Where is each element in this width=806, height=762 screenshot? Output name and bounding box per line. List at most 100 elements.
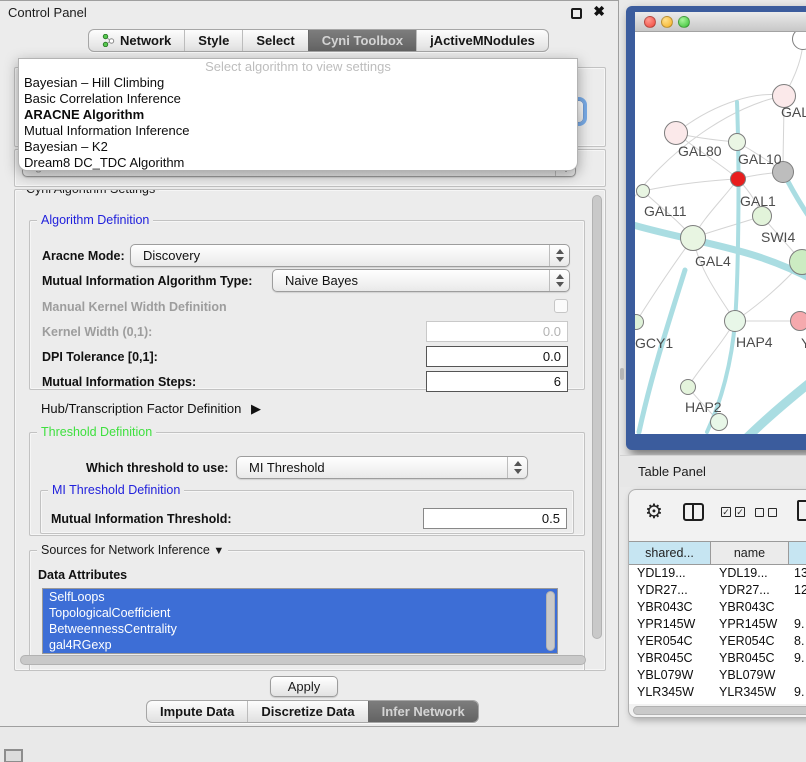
table-cell: 9. — [789, 616, 806, 633]
tab-discretize-data[interactable]: Discretize Data — [247, 701, 367, 722]
mi-steps-label: Mutual Information Steps: — [42, 375, 196, 389]
node-label: GAL1 — [740, 193, 776, 209]
network-icon — [102, 34, 115, 47]
table-row[interactable]: YDL19...YDL19...13 — [629, 565, 806, 582]
network-node[interactable] — [680, 379, 696, 395]
data-attributes-list[interactable]: SelfLoopsTopologicalCoefficientBetweenne… — [42, 588, 558, 654]
dropdown-item[interactable]: Basic Correlation Inference — [19, 91, 577, 107]
network-node[interactable] — [730, 171, 746, 187]
node-label: GAL80 — [678, 143, 722, 159]
network-view-window[interactable]: GALGAL80GAL10GAL1GAL11SWI4GAL4GCY1HAP4YH… — [626, 6, 806, 450]
dropdown-item[interactable]: Bayesian – K2 — [19, 139, 577, 155]
table-panel-header: Table Panel — [620, 455, 806, 487]
tab-select[interactable]: Select — [242, 30, 307, 51]
attribute-item[interactable]: gal4RGexp — [43, 637, 557, 653]
tab-network[interactable]: Network — [89, 30, 184, 51]
network-window-titlebar[interactable] — [635, 12, 806, 32]
attribute-item[interactable]: SelfLoops — [43, 589, 557, 605]
table-row[interactable]: YBR045CYBR045C9. — [629, 650, 806, 667]
columns-icon[interactable] — [683, 503, 704, 521]
tab-style[interactable]: Style — [184, 30, 242, 51]
close-icon[interactable]: ✖ — [593, 3, 605, 20]
settings-vertical-scrollbar[interactable] — [592, 195, 602, 639]
mac-zoom-button[interactable] — [678, 16, 690, 28]
kernel-width-input[interactable]: 0.0 — [426, 321, 568, 342]
mi-type-combobox[interactable]: Naive Bayes — [272, 269, 570, 292]
table-cell: 12 — [789, 582, 806, 599]
settings-group-title: Cyni Algorithm Settings — [22, 189, 159, 196]
table-cell: YPR145W — [629, 616, 711, 633]
control-panel-window: Control Panel ✖ NetworkStyleSelectCyni T… — [0, 0, 619, 727]
dropdown-item[interactable]: Bayesian – Hill Climbing — [19, 75, 577, 91]
attribute-item[interactable]: BetweennessCentrality — [43, 621, 557, 637]
mi-threshold-label: Mutual Information Threshold: — [51, 512, 232, 526]
algorithm-definition-group: Algorithm Definition Aracne Mode: Discov… — [29, 220, 585, 390]
aracne-mode-combobox[interactable]: Discovery — [130, 244, 570, 267]
network-node[interactable] — [790, 311, 806, 331]
which-threshold-combobox[interactable]: MI Threshold — [236, 456, 528, 479]
tab-impute-data[interactable]: Impute Data — [147, 701, 247, 722]
mac-minimize-button[interactable] — [661, 16, 673, 28]
list-scrollbar[interactable] — [546, 591, 555, 651]
dropdown-item[interactable]: Dream8 DC_TDC Algorithm — [19, 155, 577, 171]
data-attributes-label: Data Attributes — [38, 568, 127, 582]
table-row[interactable]: YIL052CYIL052C9. — [629, 701, 806, 704]
network-node[interactable] — [680, 225, 706, 251]
network-node[interactable] — [710, 413, 728, 431]
network-node[interactable] — [636, 184, 650, 198]
settings-horizontal-scrollbar[interactable] — [20, 655, 586, 665]
tab-cyni-toolbox[interactable]: Cyni Toolbox — [308, 30, 416, 51]
network-canvas[interactable]: GALGAL80GAL10GAL1GAL11SWI4GAL4GCY1HAP4YH… — [635, 32, 806, 434]
table-cell — [789, 599, 806, 616]
manual-kernel-checkbox[interactable] — [554, 299, 568, 313]
dropdown-item[interactable]: ARACNE Algorithm — [19, 107, 577, 123]
mi-threshold-group-title: MI Threshold Definition — [48, 483, 184, 497]
column-header[interactable]: shared... — [629, 542, 711, 564]
mi-threshold-input[interactable]: 0.5 — [423, 508, 567, 529]
table-cell: YER054C — [629, 633, 711, 650]
deselect-all-checks-icon[interactable] — [755, 508, 777, 517]
network-node[interactable] — [724, 310, 746, 332]
which-threshold-label: Which threshold to use: — [86, 461, 228, 475]
hub-definition-toggle[interactable]: Hub/Transcription Factor Definition ▶ — [41, 401, 261, 417]
sources-group-title[interactable]: Sources for Network Inference ▼ — [37, 543, 228, 557]
export-table-icon[interactable] — [797, 500, 806, 521]
table-row[interactable]: YPR145WYPR145W9. — [629, 616, 806, 633]
node-label: HAP2 — [685, 399, 722, 415]
table-horizontal-scrollbar[interactable] — [633, 706, 806, 715]
hide-panel-icon[interactable] — [4, 749, 23, 762]
node-label: GCY1 — [635, 335, 673, 351]
table-row[interactable]: YLR345WYLR345W9. — [629, 684, 806, 701]
apply-button[interactable]: Apply — [270, 676, 338, 697]
tab-infer-network[interactable]: Infer Network — [368, 701, 478, 722]
mac-close-button[interactable] — [644, 16, 656, 28]
network-node[interactable] — [664, 121, 688, 145]
control-panel-title: Control Panel — [8, 5, 87, 20]
control-panel-tabbar: NetworkStyleSelectCyni ToolboxjActiveMNo… — [88, 29, 549, 52]
table-row[interactable]: YBR043CYBR043C — [629, 599, 806, 616]
column-header[interactable]: A — [789, 542, 806, 564]
node-label: GAL4 — [695, 253, 731, 269]
table-row[interactable]: YBL079WYBL079W — [629, 667, 806, 684]
float-window-icon[interactable] — [571, 8, 582, 19]
network-node[interactable] — [728, 133, 746, 151]
splitter-handle[interactable] — [620, 368, 624, 380]
gear-icon[interactable]: ⚙ — [645, 499, 663, 524]
kernel-width-label: Kernel Width (0,1): — [42, 325, 152, 339]
table-row[interactable]: YER054CYER054C8. — [629, 633, 806, 650]
attribute-item[interactable]: TopologicalCoefficient — [43, 605, 557, 621]
table-row[interactable]: YDR27...YDR27...12 — [629, 582, 806, 599]
table-body[interactable]: YDL19...YDL19...13YDR27...YDR27...12YBR0… — [629, 565, 806, 704]
network-node[interactable] — [752, 206, 772, 226]
mi-steps-input[interactable]: 6 — [426, 371, 568, 392]
column-header[interactable]: name — [711, 542, 789, 564]
dpi-tolerance-input[interactable]: 0.0 — [426, 346, 568, 367]
tab-jactivemnodules[interactable]: jActiveMNodules — [416, 30, 548, 51]
select-all-checks-icon[interactable]: ✓✓ — [721, 507, 745, 517]
dropdown-item[interactable]: Mutual Information Inference — [19, 123, 577, 139]
node-label: GAL10 — [738, 151, 782, 167]
table-cell: 9. — [789, 684, 806, 701]
chevron-updown-icon — [549, 245, 569, 266]
table-header-row[interactable]: shared...nameA — [629, 541, 806, 565]
table-cell: YLR345W — [711, 684, 789, 701]
